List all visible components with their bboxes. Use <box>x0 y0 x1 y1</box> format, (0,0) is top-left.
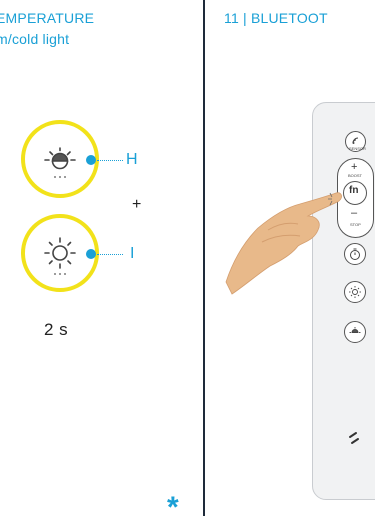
cold-light-remote-button[interactable] <box>344 281 366 303</box>
warm-light-icon <box>44 147 76 178</box>
connector-line <box>97 160 123 161</box>
label-h: H <box>126 151 138 168</box>
fn-label: fn <box>349 185 359 196</box>
connector-line <box>97 254 123 255</box>
section-heading: EMPERATURE <box>0 10 95 26</box>
bluetooth-indicator-dot <box>86 249 96 259</box>
timer-icon <box>350 248 360 260</box>
boost-label: BOOST <box>348 173 363 178</box>
label-i: I <box>130 245 135 262</box>
cold-light-icon <box>349 286 361 298</box>
duration-label: 2 s <box>44 320 69 339</box>
fn-button[interactable]: fn <box>343 181 367 205</box>
brand-logo-icon <box>349 432 359 444</box>
cold-light-icon <box>44 237 76 275</box>
warm-light-remote-button[interactable] <box>344 321 366 343</box>
tap-ripple-icon <box>328 192 333 206</box>
plus-sign: + <box>132 196 142 213</box>
asterisk-mark: * <box>167 491 179 524</box>
panel-divider <box>203 0 205 516</box>
section-subheading: m/cold light <box>0 31 70 47</box>
sensor-label: SENSOR <box>349 146 366 151</box>
bluetooth-indicator-dot <box>86 155 96 165</box>
pointing-hand-icon <box>225 192 342 295</box>
stop-label: STOP <box>350 222 361 227</box>
section-heading-bluetooth: 11 | BLUETOOT <box>224 10 328 26</box>
warm-light-icon <box>349 327 361 333</box>
remote-control: SENSOR + BOOST fn – STOP <box>312 102 375 500</box>
stop-minus-button[interactable]: – <box>351 207 357 219</box>
boost-plus-button[interactable]: + <box>351 161 357 173</box>
timer-button[interactable] <box>344 243 366 265</box>
